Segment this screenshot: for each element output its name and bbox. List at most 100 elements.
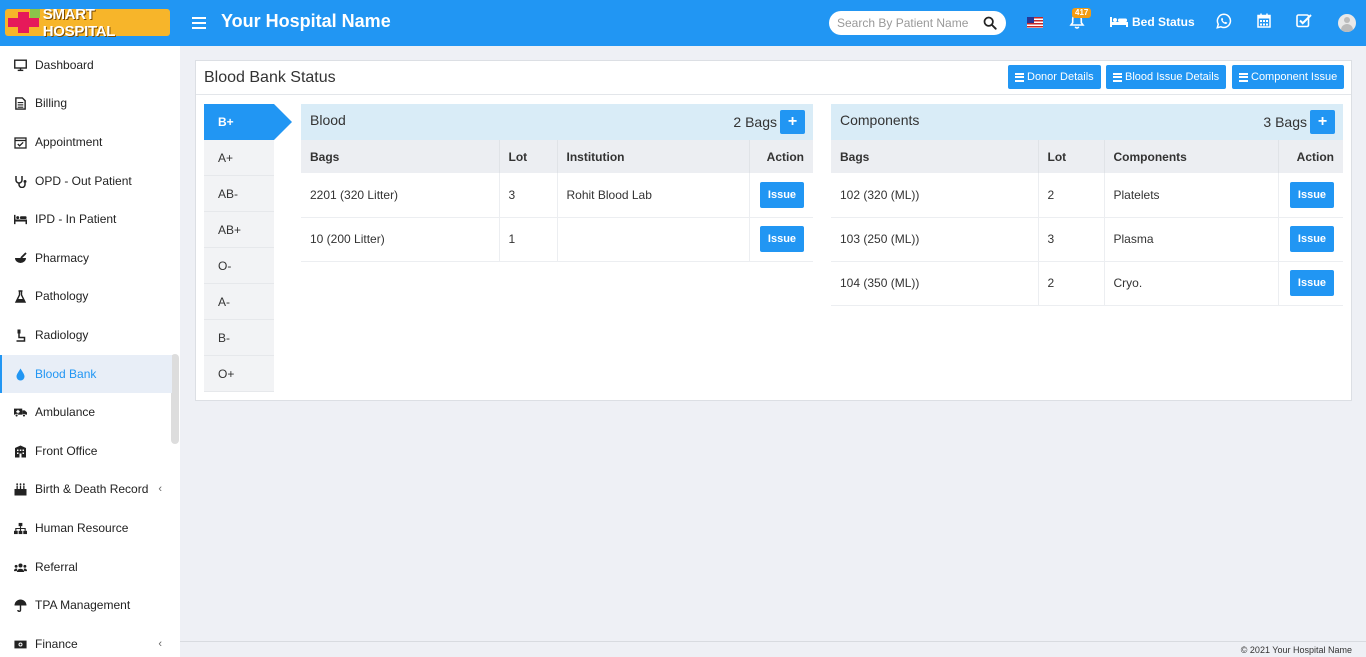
sidebar-item-billing[interactable]: Billing: [0, 84, 172, 122]
table-row: 2201 (320 Litter) 3 Rohit Blood Lab Issu…: [301, 173, 813, 218]
sidebar-item-birth-death[interactable]: Birth & Death Record ‹: [0, 470, 172, 508]
institution-cell: [557, 217, 750, 262]
sidebar-item-pathology[interactable]: Pathology: [0, 277, 172, 315]
components-table-title: Components: [840, 112, 920, 128]
column-header: Action: [1278, 140, 1343, 173]
list-icon: [1113, 71, 1122, 83]
sidebar-item-appointment[interactable]: Appointment: [0, 123, 172, 161]
sidebar-scrollbar[interactable]: [171, 354, 179, 444]
page-title: Blood Bank Status: [204, 69, 336, 86]
tab-blood-group-a-negative[interactable]: A-: [204, 284, 274, 320]
blood-group-tabs: B+ A+ AB- AB+ O- A- B- O+: [204, 104, 292, 392]
sitemap-icon: [12, 521, 28, 535]
bed-status-button[interactable]: Bed Status: [1110, 15, 1195, 29]
footer: © 2021 Your Hospital Name: [180, 641, 1366, 657]
tab-blood-group-b-negative[interactable]: B-: [204, 320, 274, 356]
tab-blood-group-a-positive[interactable]: A+: [204, 140, 274, 176]
hospital-name: Your Hospital Name: [221, 11, 391, 31]
bags-cell: 104 (350 (ML)): [831, 261, 1039, 306]
us-flag-icon[interactable]: [1027, 17, 1043, 28]
component-cell: Plasma: [1104, 217, 1279, 262]
issue-button[interactable]: Issue: [1290, 181, 1334, 208]
table-row: 10 (200 Litter) 1 Issue: [301, 217, 813, 262]
bed-status-label: Bed Status: [1132, 15, 1195, 29]
sidebar-item-human-resource[interactable]: Human Resource: [0, 509, 172, 547]
blood-drop-icon: [12, 367, 28, 381]
issue-button[interactable]: Issue: [1290, 270, 1334, 296]
components-table-header: Components 3 Bags +: [831, 104, 1343, 140]
sidebar-item-radiology[interactable]: Radiology: [0, 316, 172, 354]
divider: [196, 94, 1351, 95]
notification-badge: 417: [1072, 8, 1092, 18]
tab-blood-group-ab-negative[interactable]: AB-: [204, 176, 274, 212]
add-blood-button[interactable]: +: [780, 110, 805, 134]
add-component-button[interactable]: +: [1310, 110, 1335, 134]
patient-search: [829, 11, 1006, 35]
building-icon: [12, 444, 28, 458]
birthday-cake-icon: [12, 482, 28, 496]
top-header: SMART HOSPITAL Your Hospital Name 417 Be…: [0, 0, 1366, 46]
blood-table-title: Blood: [310, 112, 346, 128]
chevron-left-icon: ‹: [158, 638, 162, 650]
search-icon[interactable]: [983, 16, 997, 30]
blood-table-header: Blood 2 Bags +: [301, 104, 813, 140]
blood-bag-count: 2 Bags: [733, 114, 777, 130]
lot-cell: 2: [1038, 173, 1105, 218]
blood-table-section: Blood 2 Bags + Bags Lot Institution Acti…: [301, 104, 813, 262]
component-issue-button[interactable]: Component Issue: [1232, 65, 1345, 89]
list-icon: [1239, 71, 1248, 83]
action-cell: Issue: [749, 173, 813, 218]
sidebar-item-ipd[interactable]: IPD - In Patient: [0, 200, 172, 238]
sidebar-item-label: Front Office: [35, 444, 98, 458]
sidebar-item-dashboard[interactable]: Dashboard: [0, 46, 172, 84]
bags-cell: 10 (200 Litter): [301, 217, 500, 262]
donor-details-button[interactable]: Donor Details: [1008, 65, 1101, 89]
component-cell: Platelets: [1104, 173, 1279, 218]
column-header: Lot: [1038, 140, 1105, 173]
issue-button[interactable]: Issue: [1290, 226, 1334, 252]
lot-cell: 3: [499, 173, 558, 218]
blood-table: Bags Lot Institution Action 2201 (320 Li…: [301, 140, 813, 262]
sidebar-item-label: Pathology: [35, 289, 89, 303]
sidebar-item-blood-bank[interactable]: Blood Bank: [0, 355, 172, 393]
sidebar-item-front-office[interactable]: Front Office: [0, 432, 172, 470]
column-header: Bags: [831, 140, 1039, 173]
calendar-icon[interactable]: [1257, 13, 1271, 28]
tab-blood-group-o-positive[interactable]: O+: [204, 356, 274, 392]
action-cell: Issue: [1278, 261, 1343, 306]
sidebar-item-label: TPA Management: [35, 598, 131, 612]
menu-toggle-icon[interactable]: [192, 14, 206, 30]
action-cell: Issue: [749, 217, 813, 262]
sidebar-item-tpa[interactable]: TPA Management: [0, 586, 172, 624]
tab-blood-group-ab-positive[interactable]: AB+: [204, 212, 274, 248]
blood-issue-details-button[interactable]: Blood Issue Details: [1106, 65, 1227, 89]
issue-button[interactable]: Issue: [760, 181, 804, 208]
tab-blood-group-o-negative[interactable]: O-: [204, 248, 274, 284]
sidebar: Dashboard Billing Appointment OPD - Out …: [0, 46, 180, 657]
issue-button[interactable]: Issue: [760, 226, 804, 252]
institution-cell: Rohit Blood Lab: [557, 173, 750, 218]
task-check-icon[interactable]: [1296, 13, 1312, 28]
monitor-icon: [12, 58, 28, 72]
search-input[interactable]: [837, 16, 975, 30]
file-icon: [12, 96, 28, 110]
sidebar-item-label: Ambulance: [35, 405, 96, 419]
sidebar-item-label: Birth & Death Record: [35, 482, 149, 496]
sidebar-item-ambulance[interactable]: Ambulance: [0, 393, 172, 431]
users-icon: [12, 560, 28, 574]
list-icon: [1015, 71, 1024, 83]
sidebar-item-opd[interactable]: OPD - Out Patient: [0, 162, 172, 200]
sidebar-item-label: OPD - Out Patient: [35, 174, 132, 188]
user-avatar[interactable]: [1338, 14, 1356, 32]
component-cell: Cryo.: [1104, 261, 1279, 306]
table-row: 102 (320 (ML)) 2 Platelets Issue: [831, 173, 1343, 218]
chevron-left-icon: ‹: [158, 483, 162, 495]
lot-cell: 2: [1038, 261, 1105, 306]
app-logo[interactable]: SMART HOSPITAL: [5, 6, 170, 40]
tab-blood-group-b-positive[interactable]: B+: [204, 104, 292, 140]
sidebar-item-finance[interactable]: Finance ‹: [0, 625, 172, 657]
sidebar-item-referral[interactable]: Referral: [0, 548, 172, 586]
sidebar-item-label: Pharmacy: [35, 251, 90, 265]
sidebar-item-pharmacy[interactable]: Pharmacy: [0, 239, 172, 277]
whatsapp-icon[interactable]: [1216, 13, 1232, 29]
